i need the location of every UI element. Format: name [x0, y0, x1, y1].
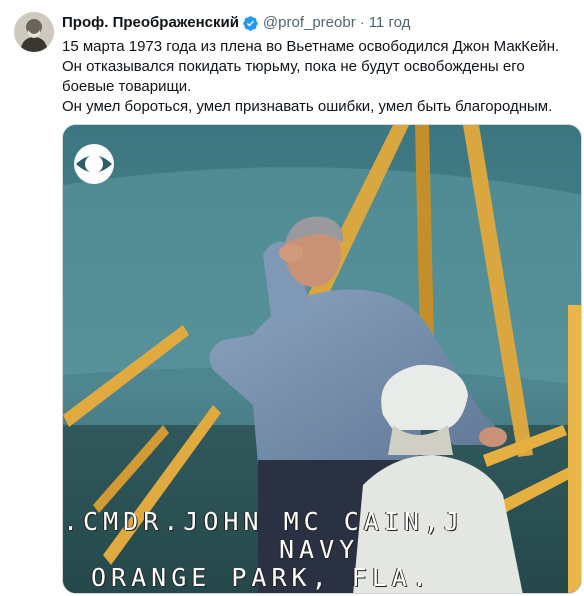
tweet-text: 15 марта 1973 года из плена во Вьетнаме … [62, 37, 572, 117]
video-caption-line: ORANGE PARK, FLA. [91, 563, 432, 592]
display-name[interactable]: Проф. Преображенский [62, 13, 239, 33]
video-caption-line: NAVY [279, 535, 360, 564]
avatar-portrait-image [14, 12, 54, 52]
handle[interactable]: @prof_preobr [263, 13, 356, 33]
video-caption-line: .CMDR.JOHN MC CAIN,J [63, 507, 465, 536]
avatar[interactable] [14, 12, 54, 52]
tweet-text-line: боевые товарищи. [62, 78, 192, 95]
video-media[interactable]: .CMDR.JOHN MC CAIN,J NAVY ORANGE PARK, F… [62, 124, 582, 594]
tweet-text-line: Он умел бороться, умел признавать ошибки… [62, 98, 553, 115]
timestamp[interactable]: 11 год [369, 13, 411, 33]
tweet-header: Проф. Преображенский @prof_preobr · 11 г… [62, 13, 410, 33]
tweet-text-line: Он отказывался покидать тюрьму, пока не … [62, 58, 525, 75]
cbs-eye-icon [74, 144, 114, 184]
separator-dot: · [359, 14, 365, 31]
verified-badge-icon [243, 15, 258, 31]
tweet[interactable]: Проф. Преображенский @prof_preobr · 11 г… [0, 0, 584, 596]
tweet-text-line: 15 марта 1973 года из плена во Вьетнаме … [62, 38, 560, 55]
